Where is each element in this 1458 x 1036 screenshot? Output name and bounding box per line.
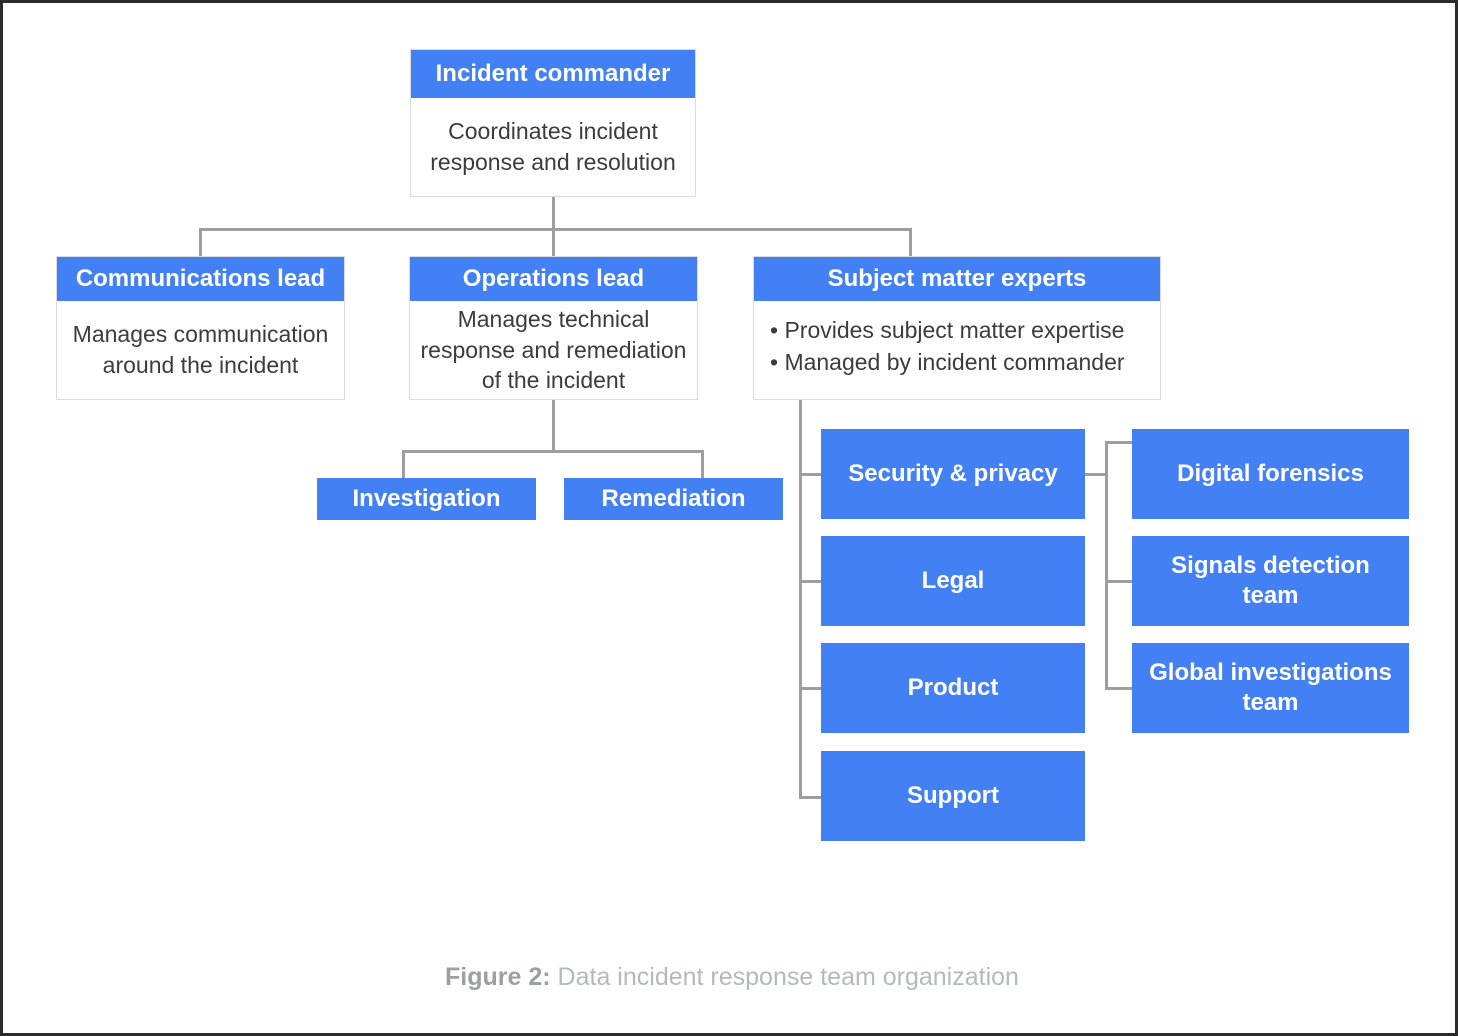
connector-security-to-global <box>1105 687 1133 690</box>
node-signals-detection-team[interactable]: Signals detection team <box>1132 536 1409 626</box>
connector-security-to-forensics <box>1105 441 1133 444</box>
node-incident-commander[interactable]: Incident commander Coordinates incident … <box>410 49 696 197</box>
node-operations-lead-title: Operations lead <box>410 257 697 301</box>
node-legal[interactable]: Legal <box>821 536 1085 626</box>
node-communications-lead[interactable]: Communications lead Manages communicatio… <box>56 256 345 400</box>
node-product[interactable]: Product <box>821 643 1085 733</box>
connector-sme-to-product <box>799 687 822 690</box>
connector-sme-to-security <box>799 473 822 476</box>
figure-frame: Incident commander Coordinates incident … <box>0 0 1458 1036</box>
node-remediation[interactable]: Remediation <box>564 478 783 520</box>
connector-ops-stem <box>552 400 555 452</box>
node-communications-lead-body: Manages communication around the inciden… <box>72 321 329 378</box>
node-incident-commander-title: Incident commander <box>411 50 695 98</box>
node-investigation[interactable]: Investigation <box>317 478 536 520</box>
connector-ops-to-investigation <box>402 450 405 478</box>
connector-sme-to-legal <box>799 580 822 583</box>
figure-caption-text: Data incident response team organization <box>550 963 1019 991</box>
node-operations-lead-body: Manages technical response and remediati… <box>420 306 687 394</box>
node-communications-lead-title: Communications lead <box>57 257 344 301</box>
sme-bullet-1: • Provides subject matter expertise <box>770 317 1125 343</box>
node-global-investigations-team[interactable]: Global investigations team <box>1132 643 1409 733</box>
connector-ops-bus <box>402 450 704 453</box>
figure-caption: Figure 2: Data incident response team or… <box>3 963 1455 992</box>
sme-bullet-2: • Managed by incident commander <box>770 348 1125 375</box>
node-operations-lead[interactable]: Operations lead Manages technical respon… <box>409 256 698 400</box>
connector-ic-stem <box>552 197 555 257</box>
node-subject-matter-experts[interactable]: Subject matter experts • Provides subjec… <box>753 256 1161 400</box>
node-subject-matter-experts-title: Subject matter experts <box>754 257 1160 301</box>
node-security-privacy[interactable]: Security & privacy <box>821 429 1085 519</box>
figure-caption-label: Figure 2: <box>445 963 551 991</box>
connector-sme-trunk <box>799 400 802 799</box>
connector-ic-to-sme <box>909 228 912 257</box>
connector-ops-to-remediation <box>701 450 704 478</box>
connector-sme-to-support <box>799 796 822 799</box>
connector-security-to-signals <box>1105 580 1133 583</box>
connector-security-trunk <box>1105 441 1108 689</box>
node-incident-commander-body: Coordinates incident response and resolu… <box>430 118 676 175</box>
node-subject-matter-experts-body: • Provides subject matter expertise • Ma… <box>754 301 1160 399</box>
connector-ic-to-comms <box>199 228 202 257</box>
node-digital-forensics[interactable]: Digital forensics <box>1132 429 1409 519</box>
node-support[interactable]: Support <box>821 751 1085 841</box>
connector-ic-bus <box>199 228 912 231</box>
org-chart-canvas: Incident commander Coordinates incident … <box>3 3 1455 1033</box>
